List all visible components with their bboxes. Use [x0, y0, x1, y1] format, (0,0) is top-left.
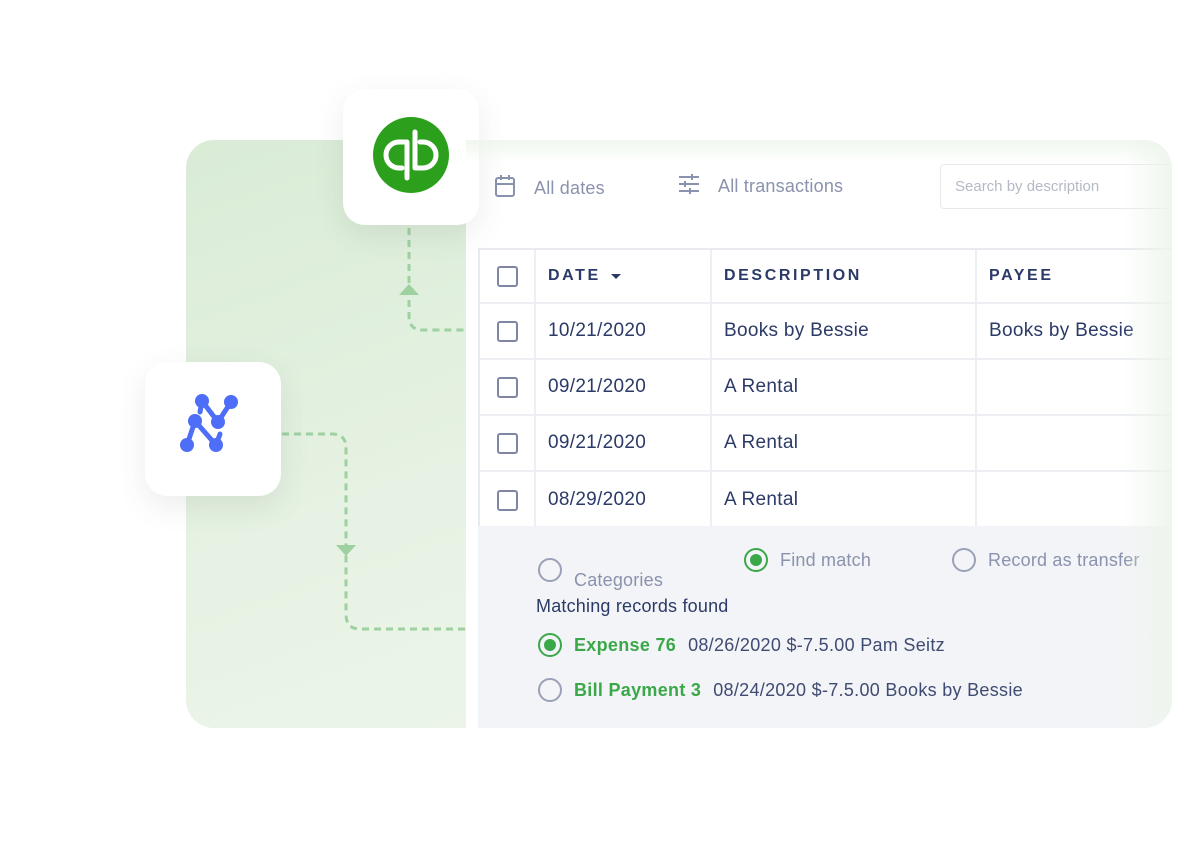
column-header-description[interactable]: DESCRIPTION [712, 250, 977, 302]
node-graph-logo-icon [180, 393, 246, 465]
matching-records-title: Matching records found [536, 596, 729, 616]
table-row[interactable]: 10/21/2020 Books by Bessie Books by Bess… [480, 304, 1172, 360]
row-check-cell [480, 472, 536, 528]
panel-top-fade [466, 140, 1172, 162]
option-record-transfer-label: Record as transfer [988, 549, 1140, 570]
sort-caret-icon [610, 273, 621, 279]
row-description: A Rental [712, 472, 977, 528]
option-categories-label: Categories [574, 570, 664, 590]
match-detail-panel: Categories Find match Record as transfer… [478, 526, 1172, 728]
select-all-checkbox[interactable] [496, 265, 518, 287]
column-header-payee[interactable]: PAYEE [977, 250, 1172, 302]
transaction-filter[interactable]: All transactions [678, 174, 843, 199]
calendar-icon [494, 174, 516, 203]
match-record-name: Expense 76 [574, 634, 677, 655]
table-header-row: DATE DESCRIPTION PAYEE [480, 250, 1172, 304]
row-checkbox[interactable] [496, 320, 518, 342]
option-categories[interactable]: Categories [538, 548, 663, 591]
row-checkbox[interactable] [496, 489, 518, 511]
column-header-payee-label: PAYEE [989, 267, 1054, 284]
quickbooks-tile [343, 89, 479, 225]
option-find-match-label: Find match [780, 549, 872, 570]
row-payee [977, 416, 1172, 470]
row-payee [977, 472, 1172, 528]
match-record-name: Bill Payment 3 [574, 679, 702, 700]
row-date: 09/21/2020 [536, 360, 712, 414]
row-date: 08/29/2020 [536, 472, 712, 528]
match-radio[interactable] [538, 678, 562, 702]
option-find-match[interactable]: Find match [744, 548, 871, 572]
row-checkbox[interactable] [496, 376, 518, 398]
match-record[interactable]: Bill Payment 3 08/24/2020 $-7.5.00 Books… [538, 678, 1023, 702]
record-transfer-radio[interactable] [952, 548, 976, 572]
header-check-cell [480, 250, 536, 302]
row-description: A Rental [712, 416, 977, 470]
search-input[interactable] [940, 164, 1172, 209]
quickbooks-logo-icon [372, 116, 450, 199]
table-row[interactable]: 09/21/2020 A Rental [480, 416, 1172, 472]
match-record[interactable]: Expense 76 08/26/2020 $-7.5.00 Pam Seitz [538, 633, 945, 657]
find-match-radio[interactable] [744, 548, 768, 572]
row-check-cell [480, 360, 536, 414]
integration-app-tile [145, 362, 281, 496]
row-date: 10/21/2020 [536, 304, 712, 358]
match-record-info: 08/24/2020 $-7.5.00 Books by Bessie [713, 679, 1023, 700]
date-filter[interactable]: All dates [494, 174, 605, 203]
row-checkbox[interactable] [496, 432, 518, 454]
date-filter-label: All dates [534, 178, 605, 198]
sliders-icon [678, 174, 700, 199]
transactions-panel: All dates All transactions DATE DESCRIPT… [466, 140, 1172, 728]
transactions-table: DATE DESCRIPTION PAYEE 10/21/2020 Books … [478, 248, 1172, 528]
categories-radio[interactable] [538, 557, 562, 582]
option-record-transfer[interactable]: Record as transfer [952, 548, 1140, 572]
row-description: Books by Bessie [712, 304, 977, 358]
table-row[interactable]: 09/21/2020 A Rental [480, 360, 1172, 416]
match-radio[interactable] [538, 633, 562, 657]
row-payee [977, 360, 1172, 414]
row-check-cell [480, 416, 536, 470]
match-record-info: 08/26/2020 $-7.5.00 Pam Seitz [688, 634, 945, 655]
row-payee: Books by Bessie [989, 320, 1134, 341]
column-header-description-label: DESCRIPTION [724, 267, 862, 284]
row-date: 09/21/2020 [536, 416, 712, 470]
transaction-filter-label: All transactions [718, 176, 844, 196]
column-header-date-label: DATE [548, 267, 601, 284]
row-check-cell [480, 304, 536, 358]
row-description: A Rental [712, 360, 977, 414]
column-header-date[interactable]: DATE [536, 250, 712, 302]
table-row[interactable]: 08/29/2020 A Rental [480, 472, 1172, 528]
